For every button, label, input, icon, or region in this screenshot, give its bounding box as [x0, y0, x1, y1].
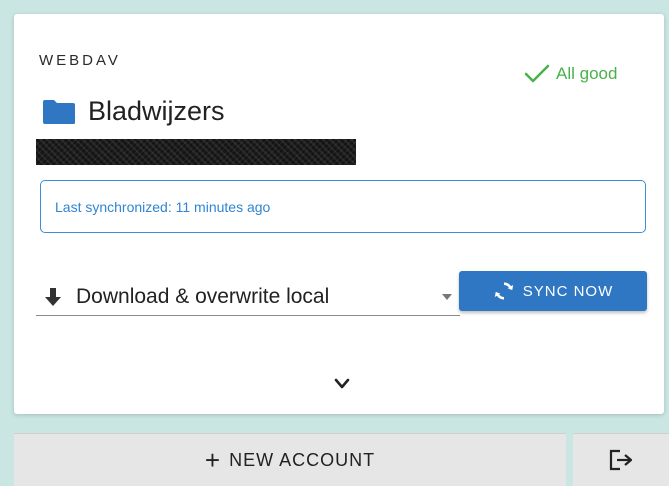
account-type-label: WEBDAV — [39, 52, 121, 69]
account-title: Bladwijzers — [88, 96, 225, 126]
arrow-down-icon — [45, 287, 61, 306]
last-sync-info: Last synchronized: 11 minutes ago — [40, 180, 646, 233]
check-icon — [524, 64, 550, 83]
sync-icon — [494, 282, 513, 300]
logout-button[interactable] — [573, 433, 669, 486]
status-indicator: All good — [524, 64, 617, 84]
new-account-button[interactable]: + NEW ACCOUNT — [14, 433, 566, 486]
sync-strategy-select[interactable]: Download & overwrite local — [36, 278, 460, 316]
plus-icon: + — [204, 445, 222, 475]
folder-icon — [43, 99, 75, 124]
account-title-row: Bladwijzers — [42, 96, 225, 127]
account-card: WEBDAV All good Bladwijzers Last synchro… — [14, 14, 664, 414]
status-text: All good — [556, 64, 618, 83]
chevron-down-icon[interactable] — [334, 378, 350, 390]
sync-now-label: SYNC NOW — [522, 282, 614, 300]
dropdown-caret-icon — [442, 293, 452, 300]
redacted-account-url — [36, 139, 356, 165]
last-sync-text: Last synchronized: 11 minutes ago — [55, 198, 271, 215]
new-account-label: NEW ACCOUNT — [229, 449, 376, 470]
logout-icon — [609, 449, 633, 471]
sync-now-button[interactable]: SYNC NOW — [459, 271, 647, 311]
sync-strategy-value: Download & overwrite local — [76, 284, 330, 308]
